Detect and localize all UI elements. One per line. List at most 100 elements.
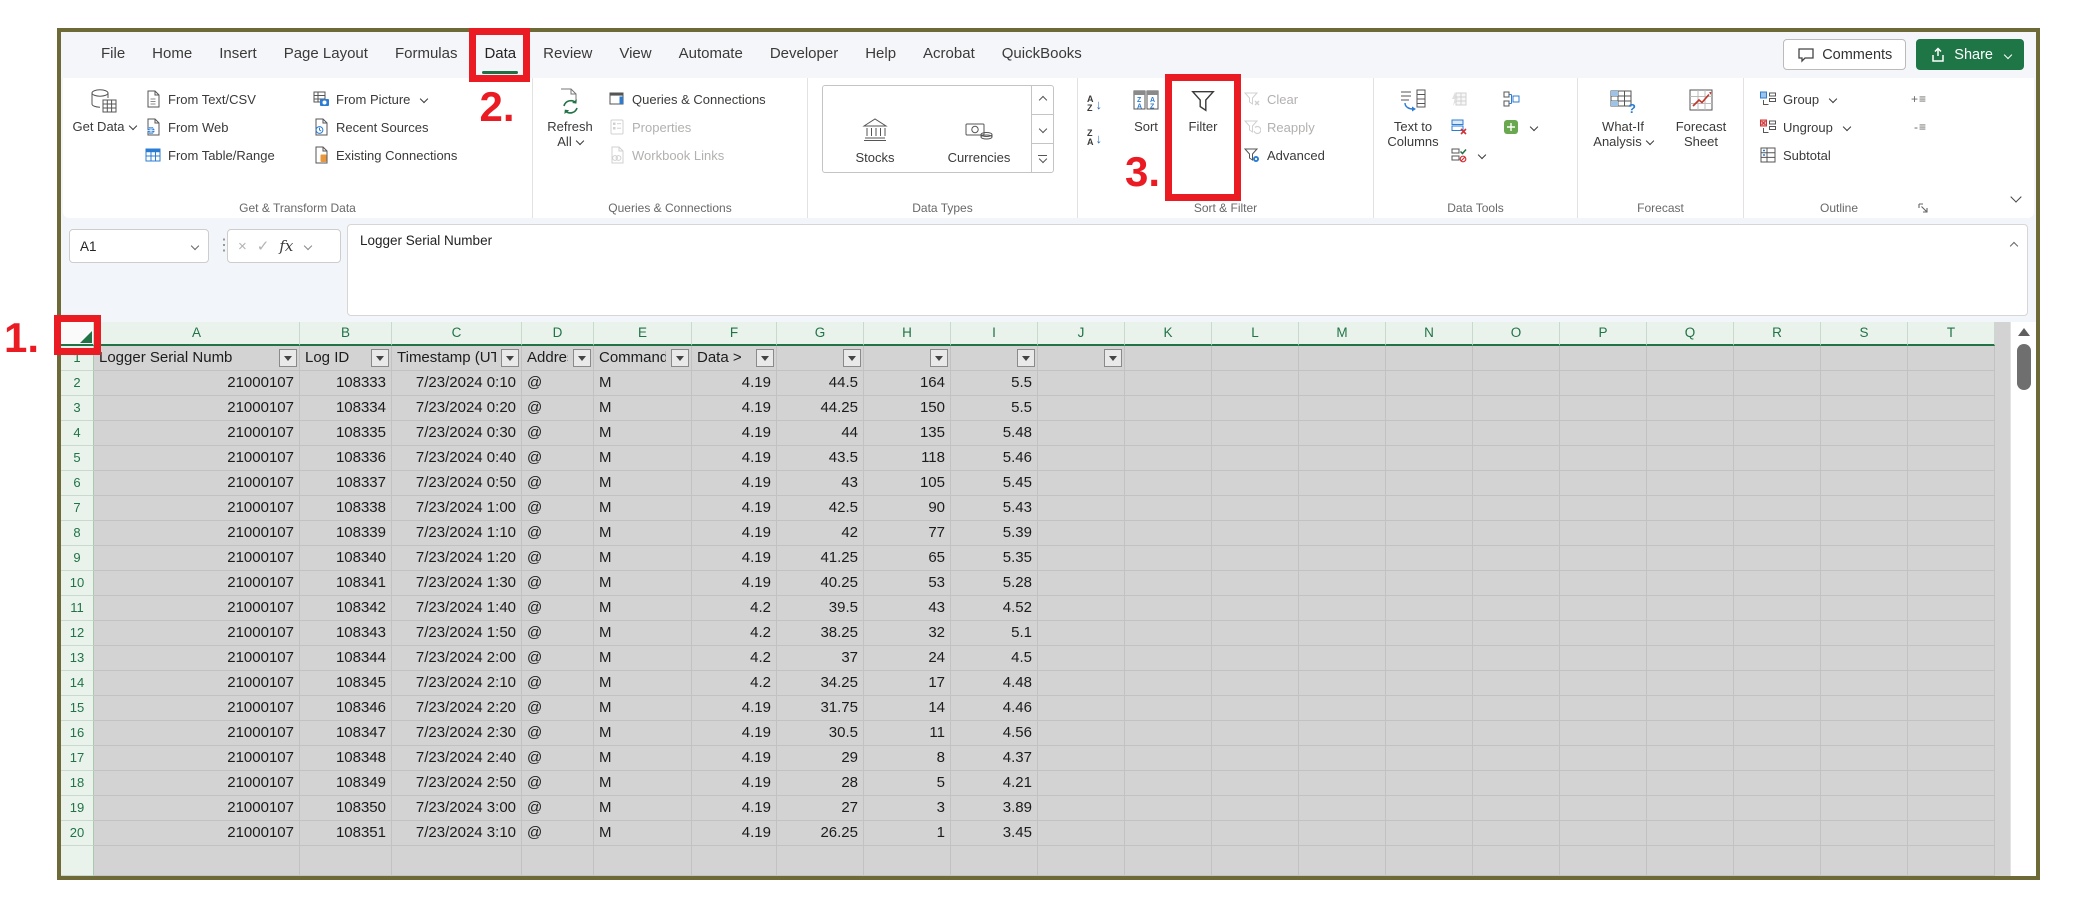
cell-4F[interactable]: 4.19 [692, 421, 777, 446]
cell-11E[interactable]: M [594, 596, 692, 621]
cell-18L[interactable] [1212, 771, 1299, 796]
column-header-S[interactable]: S [1821, 322, 1908, 346]
cell-19K[interactable] [1125, 796, 1212, 821]
cell-10O[interactable] [1473, 571, 1560, 596]
cancel-icon[interactable]: × [238, 238, 247, 255]
tab-home[interactable]: Home [152, 32, 192, 78]
cell-16P[interactable] [1560, 721, 1647, 746]
cell-17B[interactable]: 108348 [300, 746, 392, 771]
ungroup-button[interactable]: Ungroup -≡ [1752, 113, 1934, 141]
cell-2S[interactable] [1821, 371, 1908, 396]
formula-bar-collapse-chevron[interactable] [2011, 235, 2017, 250]
cell-19J[interactable] [1038, 796, 1125, 821]
cell-7B[interactable]: 108338 [300, 496, 392, 521]
get-data-button[interactable]: Get Data [71, 83, 137, 194]
cell-10T[interactable] [1908, 571, 1995, 596]
cell-20Q[interactable] [1647, 821, 1734, 846]
cell-5P[interactable] [1560, 446, 1647, 471]
cell-9F[interactable]: 4.19 [692, 546, 777, 571]
cell-13K[interactable] [1125, 646, 1212, 671]
cell-10I[interactable]: 5.28 [951, 571, 1038, 596]
cell-15K[interactable] [1125, 696, 1212, 721]
cell-13Q[interactable] [1647, 646, 1734, 671]
cell-8E[interactable]: M [594, 521, 692, 546]
cell-15M[interactable] [1299, 696, 1386, 721]
cell-12O[interactable] [1473, 621, 1560, 646]
cell-12R[interactable] [1734, 621, 1821, 646]
cell-8I[interactable]: 5.39 [951, 521, 1038, 546]
cell-21N[interactable] [1386, 846, 1473, 876]
cell-12L[interactable] [1212, 621, 1299, 646]
row-header-2[interactable]: 2 [61, 371, 94, 396]
cell-19S[interactable] [1821, 796, 1908, 821]
cell-7K[interactable] [1125, 496, 1212, 521]
row-header-6[interactable]: 6 [61, 471, 94, 496]
cell-12A[interactable]: 21000107 [94, 621, 300, 646]
cell-1F[interactable]: Data > [692, 346, 777, 371]
tab-developer[interactable]: Developer [770, 32, 838, 78]
tab-file[interactable]: File [101, 32, 125, 78]
cell-10C[interactable]: 7/23/2024 1:30 [392, 571, 522, 596]
column-header-A[interactable]: A [94, 322, 300, 346]
filter-dropdown-G[interactable] [843, 349, 861, 367]
scroll-up-icon[interactable] [2018, 328, 2030, 336]
select-all-corner[interactable] [61, 322, 94, 346]
cell-14P[interactable] [1560, 671, 1647, 696]
cell-10F[interactable]: 4.19 [692, 571, 777, 596]
cell-5R[interactable] [1734, 446, 1821, 471]
cell-11S[interactable] [1821, 596, 1908, 621]
cell-8R[interactable] [1734, 521, 1821, 546]
cell-1I[interactable] [951, 346, 1038, 371]
cell-17S[interactable] [1821, 746, 1908, 771]
cell-1O[interactable] [1473, 346, 1560, 371]
cell-6H[interactable]: 105 [864, 471, 951, 496]
cell-5S[interactable] [1821, 446, 1908, 471]
cell-17H[interactable]: 8 [864, 746, 951, 771]
cell-1T[interactable] [1908, 346, 1995, 371]
cell-7N[interactable] [1386, 496, 1473, 521]
cell-16A[interactable]: 21000107 [94, 721, 300, 746]
cell-19C[interactable]: 7/23/2024 3:00 [392, 796, 522, 821]
cell-16C[interactable]: 7/23/2024 2:30 [392, 721, 522, 746]
cell-4D[interactable]: @ [522, 421, 594, 446]
cell-9M[interactable] [1299, 546, 1386, 571]
cell-15N[interactable] [1386, 696, 1473, 721]
cell-4K[interactable] [1125, 421, 1212, 446]
cell-10B[interactable]: 108341 [300, 571, 392, 596]
cell-19L[interactable] [1212, 796, 1299, 821]
cell-7C[interactable]: 7/23/2024 1:00 [392, 496, 522, 521]
column-header-R[interactable]: R [1734, 322, 1821, 346]
cell-3H[interactable]: 150 [864, 396, 951, 421]
cell-21B[interactable] [300, 846, 392, 876]
cell-4J[interactable] [1038, 421, 1125, 446]
cell-7O[interactable] [1473, 496, 1560, 521]
cell-3R[interactable] [1734, 396, 1821, 421]
cell-15S[interactable] [1821, 696, 1908, 721]
cell-2N[interactable] [1386, 371, 1473, 396]
cell-12I[interactable]: 5.1 [951, 621, 1038, 646]
cell-13H[interactable]: 24 [864, 646, 951, 671]
data-validation-button[interactable] [1446, 141, 1489, 169]
cell-9I[interactable]: 5.35 [951, 546, 1038, 571]
cell-6L[interactable] [1212, 471, 1299, 496]
filter-button[interactable]: Filter [1172, 83, 1234, 194]
gallery-up-button[interactable] [1032, 86, 1053, 115]
cell-1B[interactable]: Log ID [300, 346, 392, 371]
cell-12N[interactable] [1386, 621, 1473, 646]
cell-20S[interactable] [1821, 821, 1908, 846]
cell-7A[interactable]: 21000107 [94, 496, 300, 521]
stocks-button[interactable]: Stocks [823, 86, 927, 172]
formula-input[interactable]: Logger Serial Number [347, 224, 2028, 316]
cell-16Q[interactable] [1647, 721, 1734, 746]
cell-2P[interactable] [1560, 371, 1647, 396]
cell-5B[interactable]: 108336 [300, 446, 392, 471]
cell-9D[interactable]: @ [522, 546, 594, 571]
filter-dropdown-D[interactable] [573, 349, 591, 367]
cell-13S[interactable] [1821, 646, 1908, 671]
cell-20A[interactable]: 21000107 [94, 821, 300, 846]
cell-21C[interactable] [392, 846, 522, 876]
cell-7H[interactable]: 90 [864, 496, 951, 521]
cell-14C[interactable]: 7/23/2024 2:10 [392, 671, 522, 696]
from-text-csv-button[interactable]: From Text/CSV [137, 85, 305, 113]
from-picture-button[interactable]: From Picture [305, 85, 505, 113]
